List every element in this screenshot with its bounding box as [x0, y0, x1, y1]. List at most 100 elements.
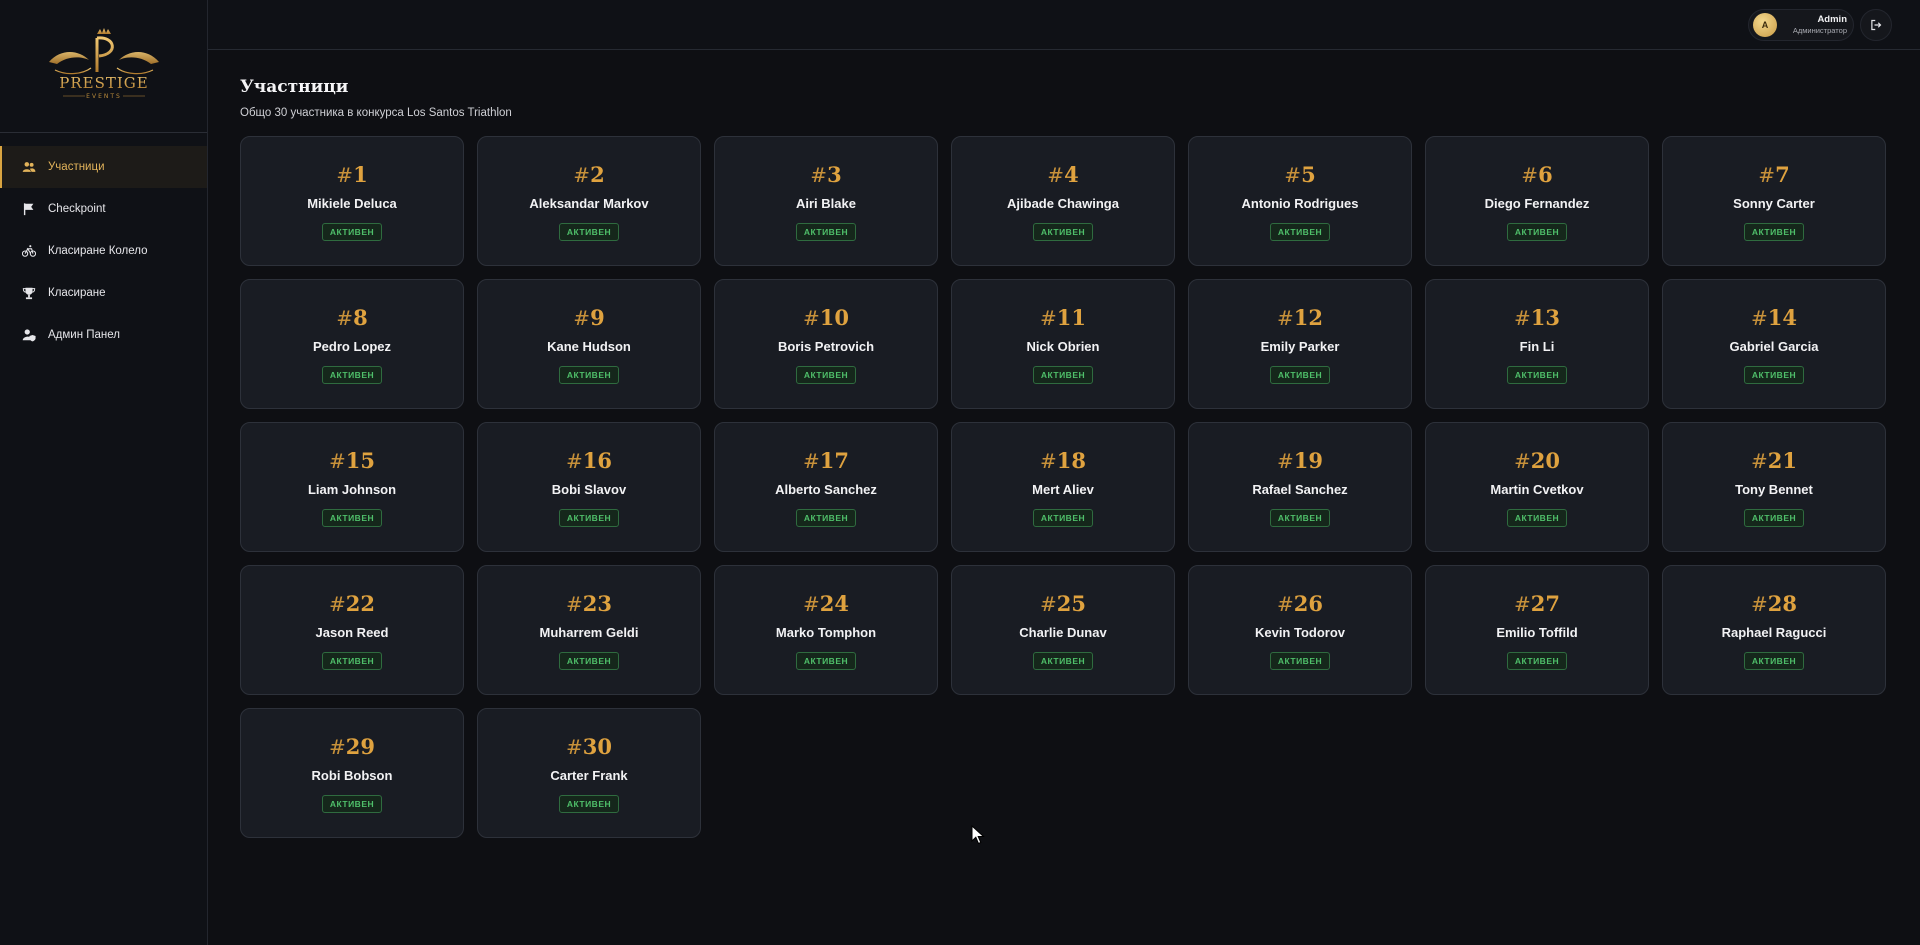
- participant-number-value: 8: [353, 305, 368, 330]
- status-badge: АКТИВЕН: [795, 366, 857, 384]
- participant-number-value: 1: [353, 162, 368, 187]
- hash-symbol: #: [1751, 592, 1768, 616]
- participant-card[interactable]: #24 Marko Tomphon АКТИВЕН: [714, 565, 938, 695]
- participant-name: Mert Aliev: [1032, 482, 1094, 497]
- participant-card[interactable]: #22 Jason Reed АКТИВЕН: [240, 565, 464, 695]
- participant-card[interactable]: #14 Gabriel Garcia АКТИВЕН: [1662, 279, 1886, 409]
- status-badge: АКТИВЕН: [1506, 366, 1568, 384]
- participant-number: #9: [573, 305, 605, 331]
- hash-symbol: #: [1514, 306, 1531, 330]
- participant-number-value: 24: [819, 591, 849, 616]
- participant-card[interactable]: #10 Boris Petrovich АКТИВЕН: [714, 279, 938, 409]
- participant-card[interactable]: #21 Tony Bennet АКТИВЕН: [1662, 422, 1886, 552]
- hash-symbol: #: [1751, 449, 1768, 473]
- participant-number-value: 30: [582, 734, 612, 759]
- participant-number: #4: [1047, 163, 1078, 188]
- participant-card[interactable]: #27 Emilio Toffild АКТИВЕН: [1425, 565, 1649, 695]
- participant-card[interactable]: #2 Aleksandar Markov АКТИВЕН: [477, 136, 701, 266]
- status-badge: АКТИВЕН: [795, 509, 857, 527]
- prestige-logo[interactable]: PRESTIGE EVENTS: [39, 26, 169, 106]
- participant-number-value: 9: [590, 305, 605, 330]
- participant-name: Airi Blake: [796, 196, 856, 211]
- participant-name: Kevin Todorov: [1254, 625, 1346, 640]
- participant-number: #21: [1751, 448, 1797, 474]
- sidebar-item-ranking[interactable]: Класиране: [0, 272, 207, 314]
- hash-symbol: #: [1514, 592, 1531, 616]
- participant-card[interactable]: #15 Liam Johnson АКТИВЕН: [240, 422, 464, 552]
- participant-number-value: 15: [345, 448, 375, 473]
- status-badge: АКТИВЕН: [1269, 652, 1331, 670]
- sidebar-item-label: Класиране Колело: [48, 245, 148, 257]
- participant-number: #10: [803, 306, 849, 331]
- participant-name: Fin Li: [1519, 339, 1555, 354]
- participant-number: #28: [1751, 592, 1797, 617]
- status-badge: АКТИВЕН: [795, 223, 857, 241]
- participant-name: Antonio Rodrigues: [1241, 196, 1359, 211]
- logout-button[interactable]: [1860, 9, 1892, 41]
- participant-number: #11: [1040, 306, 1086, 331]
- sidebar-item-admin-panel[interactable]: Админ Панел: [0, 314, 207, 356]
- hash-symbol: #: [566, 735, 583, 759]
- status-badge: АКТИВЕН: [1743, 366, 1805, 384]
- participant-card[interactable]: #6 Diego Fernandez АКТИВЕН: [1425, 136, 1649, 266]
- participant-card[interactable]: #16 Bobi Slavov АКТИВЕН: [477, 422, 701, 552]
- participant-number: #14: [1751, 306, 1797, 331]
- participant-card[interactable]: #30 Carter Frank АКТИВЕН: [477, 708, 701, 838]
- participant-number-value: 13: [1530, 305, 1560, 330]
- sidebar-item-checkpoint[interactable]: Checkpoint: [0, 188, 207, 230]
- participant-number-value: 7: [1775, 162, 1790, 187]
- participant-number-value: 6: [1538, 162, 1553, 187]
- status-badge: АКТИВЕН: [558, 652, 620, 670]
- sidebar-item-bike-ranking[interactable]: Класиране Колело: [0, 230, 207, 272]
- participant-card[interactable]: #23 Muharrem Geldi АКТИВЕН: [477, 565, 701, 695]
- status-badge: АКТИВЕН: [1506, 223, 1568, 241]
- participant-name: Tony Bennet: [1735, 482, 1813, 497]
- participant-number-value: 2: [590, 162, 605, 187]
- status-badge: АКТИВЕН: [1032, 652, 1094, 670]
- participant-card[interactable]: #12 Emily Parker АКТИВЕН: [1188, 279, 1412, 409]
- participant-card[interactable]: #1 Mikiele Deluca АКТИВЕН: [240, 136, 464, 266]
- participant-card[interactable]: #26 Kevin Todorov АКТИВЕН: [1188, 565, 1412, 695]
- participant-card[interactable]: #28 Raphael Ragucci АКТИВЕН: [1662, 565, 1886, 695]
- trophy-icon: [22, 286, 36, 300]
- participant-number-value: 5: [1301, 162, 1316, 187]
- participant-card[interactable]: #29 Robi Bobson АКТИВЕН: [240, 708, 464, 838]
- sidebar-item-participants[interactable]: Участници: [0, 146, 207, 188]
- hash-symbol: #: [573, 163, 591, 187]
- participants-grid: #1 Mikiele Deluca АКТИВЕН #2 Aleksandar Mark…: [240, 136, 1888, 838]
- participant-card[interactable]: #11 Nick Obrien АКТИВЕН: [951, 279, 1175, 409]
- participant-number: #22: [329, 592, 375, 617]
- hash-symbol: #: [810, 163, 828, 187]
- participant-card[interactable]: #5 Antonio Rodrigues АКТИВЕН: [1188, 136, 1412, 266]
- participant-number-value: 21: [1767, 448, 1797, 473]
- participant-name: Sonny Carter: [1733, 196, 1815, 211]
- hash-symbol: #: [566, 592, 583, 616]
- user-name: Admin: [1817, 14, 1847, 25]
- main-content: Участници Общо 30 участника в конкурса L…: [240, 76, 1888, 838]
- participant-card[interactable]: #4 Ajibade Chawinga АКТИВЕН: [951, 136, 1175, 266]
- sidebar: PRESTIGE EVENTS Участници Checkpoint Кла…: [0, 0, 208, 945]
- hash-symbol: #: [329, 592, 346, 616]
- hash-symbol: #: [329, 735, 346, 759]
- participant-card[interactable]: #7 Sonny Carter АКТИВЕН: [1662, 136, 1886, 266]
- participant-number: #23: [566, 592, 612, 617]
- participant-name: Diego Fernandez: [1484, 196, 1590, 211]
- participant-card[interactable]: #8 Pedro Lopez АКТИВЕН: [240, 279, 464, 409]
- participant-card[interactable]: #17 Alberto Sanchez АКТИВЕН: [714, 422, 938, 552]
- participant-name: Kane Hudson: [547, 339, 631, 354]
- user-menu[interactable]: A Admin Администратор: [1748, 9, 1854, 41]
- participant-card[interactable]: #25 Charlie Dunav АКТИВЕН: [951, 565, 1175, 695]
- participant-card[interactable]: #9 Kane Hudson АКТИВЕН: [477, 279, 701, 409]
- participant-name: Raphael Ragucci: [1721, 625, 1827, 640]
- status-badge: АКТИВЕН: [321, 509, 383, 527]
- participant-card[interactable]: #3 Airi Blake АКТИВЕН: [714, 136, 938, 266]
- participant-card[interactable]: #13 Fin Li АКТИВЕН: [1425, 279, 1649, 409]
- participant-number: #6: [1521, 162, 1553, 188]
- participant-card[interactable]: #18 Mert Aliev АКТИВЕН: [951, 422, 1175, 552]
- hash-symbol: #: [1040, 449, 1057, 473]
- participant-number-value: 19: [1293, 448, 1323, 473]
- participant-card[interactable]: #19 Rafael Sanchez АКТИВЕН: [1188, 422, 1412, 552]
- participant-name: Charlie Dunav: [1019, 625, 1107, 640]
- participant-card[interactable]: #20 Martin Cvetkov АКТИВЕН: [1425, 422, 1649, 552]
- participant-number: #27: [1514, 592, 1560, 617]
